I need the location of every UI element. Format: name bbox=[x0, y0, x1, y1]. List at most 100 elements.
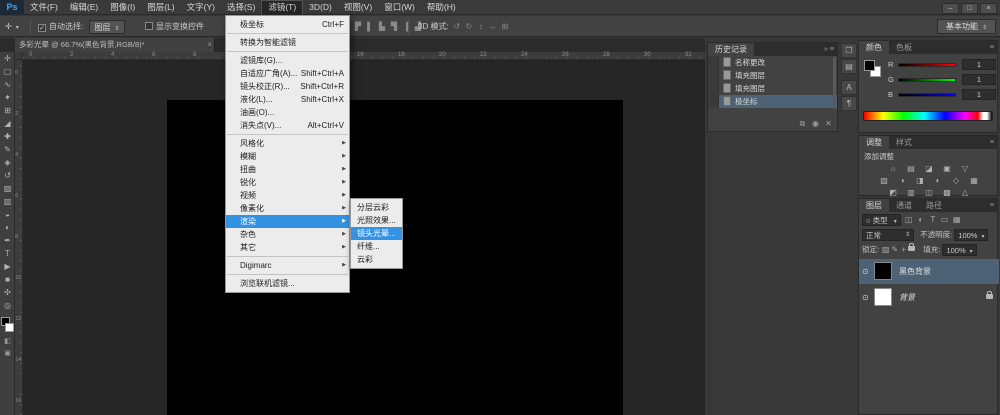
new-snapshot-icon[interactable]: ◉ bbox=[809, 119, 822, 128]
tab-颜色[interactable]: 颜色 bbox=[859, 41, 889, 54]
path-selection-tool[interactable]: ▶ bbox=[0, 260, 15, 273]
align-middle-icon[interactable]: ▐ bbox=[400, 16, 412, 37]
eyedropper-tool[interactable]: ◢ bbox=[0, 117, 15, 130]
vertical-ruler[interactable]: 0246810121416 bbox=[15, 60, 23, 415]
filter-smart-objects-icon[interactable]: ▦ bbox=[951, 213, 963, 227]
layer-name[interactable]: 背景 bbox=[899, 292, 915, 303]
menu-视图(V)[interactable]: 视图(V) bbox=[338, 0, 378, 15]
menu-帮助(H)[interactable]: 帮助(H) bbox=[421, 0, 462, 15]
history-brush-tool[interactable]: ↺ bbox=[0, 169, 15, 182]
fill-input[interactable]: 100%▾ bbox=[942, 244, 976, 256]
lock-transparent-icon[interactable]: ▨ bbox=[881, 243, 890, 257]
blend-mode-dropdown[interactable]: 正常⇕ bbox=[862, 229, 914, 241]
brightness-contrast-icon[interactable]: ☼ bbox=[885, 163, 901, 174]
quick-mask-button[interactable]: ◧ bbox=[0, 336, 15, 348]
history-scrollbar[interactable] bbox=[833, 57, 836, 109]
filter-menu-item-21[interactable]: Digimarc▶ bbox=[226, 259, 349, 272]
pen-tool[interactable]: ✒ bbox=[0, 234, 15, 247]
spot-healing-brush-tool[interactable]: ✚ bbox=[0, 130, 15, 143]
hue-saturation-icon[interactable]: ▧ bbox=[876, 175, 892, 186]
panel-menu-icon[interactable]: ≡ bbox=[990, 199, 994, 212]
minimize-button[interactable]: – bbox=[942, 3, 959, 14]
auto-select-checkbox[interactable]: ✓ bbox=[38, 24, 46, 32]
3d-scale-icon[interactable]: ⊞ bbox=[499, 16, 511, 37]
curves-icon[interactable]: ◪ bbox=[921, 163, 937, 174]
move-tool[interactable]: ✛ bbox=[0, 52, 15, 65]
character-panel-icon[interactable]: A bbox=[841, 80, 857, 95]
render-submenu-item-4[interactable]: 云彩 bbox=[351, 253, 402, 266]
history-state-2[interactable]: 填充图层 bbox=[708, 82, 837, 95]
render-submenu-item-3[interactable]: 纤维... bbox=[351, 240, 402, 253]
show-transform-checkbox[interactable] bbox=[145, 22, 153, 30]
channel-slider[interactable] bbox=[898, 78, 956, 82]
channel-value[interactable]: 1 bbox=[962, 89, 996, 100]
levels-icon[interactable]: ▤ bbox=[903, 163, 919, 174]
filter-menu-item-19[interactable]: 其它▶ bbox=[226, 241, 349, 254]
threshold-icon[interactable]: ◫ bbox=[921, 187, 937, 198]
panel-menu-icon[interactable]: ≡ bbox=[990, 136, 994, 149]
history-source-well[interactable] bbox=[708, 56, 719, 69]
3d-slide-icon[interactable]: ↔ bbox=[487, 16, 499, 37]
layer-name[interactable]: 黑色背景 bbox=[899, 266, 931, 277]
menu-滤镜(T)[interactable]: 滤镜(T) bbox=[261, 0, 303, 15]
lock-all-icon[interactable] bbox=[908, 246, 915, 251]
color-spectrum-ramp[interactable] bbox=[863, 111, 993, 121]
tab-close-icon[interactable]: × bbox=[207, 38, 212, 52]
history-source-well[interactable] bbox=[708, 69, 719, 82]
dodge-tool[interactable]: ◐ bbox=[0, 221, 15, 234]
paragraph-panel-icon[interactable]: ¶ bbox=[841, 96, 857, 111]
filter-menu-item-6[interactable]: 镜头校正(R)...Shift+Ctrl+R bbox=[226, 80, 349, 93]
new-doc-from-state-icon[interactable]: ⧉ bbox=[796, 119, 809, 129]
lock-pixels-icon[interactable]: ✎ bbox=[890, 243, 899, 257]
invert-icon[interactable]: ◩ bbox=[885, 187, 901, 198]
lasso-tool[interactable]: ∿ bbox=[0, 78, 15, 91]
menu-编辑(E)[interactable]: 编辑(E) bbox=[64, 0, 104, 15]
3d-rotate-icon[interactable]: ↺ bbox=[451, 16, 463, 37]
hand-tool[interactable]: ✣ bbox=[0, 286, 15, 299]
filter-menu-item-12[interactable]: 模糊▶ bbox=[226, 150, 349, 163]
close-button[interactable]: × bbox=[980, 3, 997, 14]
filter-menu-item-11[interactable]: 风格化▶ bbox=[226, 137, 349, 150]
clone-source-panel-icon[interactable]: ❐ bbox=[841, 43, 857, 58]
clone-stamp-tool[interactable]: ◈ bbox=[0, 156, 15, 169]
filter-menu-item-23[interactable]: 浏览联机滤镜... bbox=[226, 277, 349, 290]
vibrance-icon[interactable]: ▽ bbox=[957, 163, 973, 174]
channel-slider[interactable] bbox=[898, 63, 956, 67]
tab-图层[interactable]: 图层 bbox=[859, 199, 889, 212]
zoom-tool[interactable]: ◎ bbox=[0, 299, 15, 312]
filter-menu-item-14[interactable]: 锐化▶ bbox=[226, 176, 349, 189]
tab-history[interactable]: 历史记录 bbox=[708, 43, 754, 56]
layer-thumbnail[interactable] bbox=[874, 288, 892, 306]
layer-visibility-eye-icon[interactable]: ⊙ bbox=[862, 293, 869, 302]
menu-3D(D)[interactable]: 3D(D) bbox=[303, 0, 338, 15]
filter-shape-layers-icon[interactable]: ▭ bbox=[939, 213, 951, 227]
filter-menu-item-4[interactable]: 滤镜库(G)... bbox=[226, 54, 349, 67]
gradient-tool[interactable]: ▥ bbox=[0, 195, 15, 208]
brush-tool[interactable]: ✎ bbox=[0, 143, 15, 156]
rectangle-tool[interactable]: ■ bbox=[0, 273, 15, 286]
filter-pixel-layers-icon[interactable]: ◫ bbox=[903, 213, 915, 227]
menu-文件(F)[interactable]: 文件(F) bbox=[24, 0, 64, 15]
menu-窗口(W)[interactable]: 窗口(W) bbox=[378, 0, 421, 15]
document-tab[interactable]: 多彩光晕 @ 66.7%(黑色背景,RGB/8)* × bbox=[15, 38, 215, 52]
filter-menu-item-16[interactable]: 像素化▶ bbox=[226, 202, 349, 215]
filter-menu-item-7[interactable]: 液化(L)...Shift+Ctrl+X bbox=[226, 93, 349, 106]
render-submenu-item-1[interactable]: 光照效果... bbox=[351, 214, 402, 227]
channel-mixer-icon[interactable]: ◇ bbox=[948, 175, 964, 186]
tab-路径[interactable]: 路径 bbox=[919, 199, 949, 212]
screen-mode-button[interactable]: ▣ bbox=[0, 348, 15, 360]
quick-selection-tool[interactable]: ✦ bbox=[0, 91, 15, 104]
align-right-icon[interactable]: ▙ bbox=[376, 16, 388, 37]
filter-menu-item-18[interactable]: 杂色▶ bbox=[226, 228, 349, 241]
blur-tool[interactable]: ◒ bbox=[0, 208, 15, 221]
history-source-well[interactable] bbox=[708, 82, 719, 95]
channel-slider[interactable] bbox=[898, 93, 956, 97]
layer-filter-kind-dropdown[interactable]: ○ 类型 ▾ bbox=[862, 214, 901, 226]
tab-调整[interactable]: 调整 bbox=[859, 136, 889, 149]
align-top-icon[interactable]: ▜ bbox=[388, 16, 400, 37]
tab-样式[interactable]: 样式 bbox=[889, 136, 919, 149]
maximize-button[interactable]: □ bbox=[961, 3, 978, 14]
tab-通道[interactable]: 通道 bbox=[889, 199, 919, 212]
panel-menu-icon[interactable]: ≡ bbox=[830, 46, 834, 53]
crop-tool[interactable]: ⊞ bbox=[0, 104, 15, 117]
